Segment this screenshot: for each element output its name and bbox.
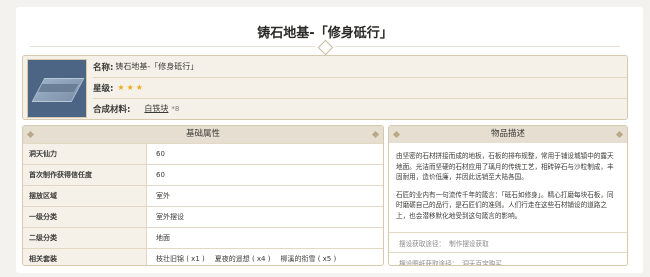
rarity-stars-icon: ★★★ (117, 83, 145, 92)
attr-value: 60 (156, 150, 165, 158)
attr-key: 摆放区域 (23, 186, 147, 206)
attr-key: 洞天仙力 (23, 144, 147, 164)
attr-key: 首次制作获得信任度 (23, 165, 147, 185)
source-row-furnishing: 摆设获取途径： 制作摆设获取 (389, 232, 627, 252)
attr-row: 洞天仙力 60 (23, 143, 383, 164)
attr-value: 室外摆设 (156, 213, 184, 221)
rarity-label: 星级: (93, 83, 114, 94)
attributes-header: 基础属性 (23, 126, 383, 143)
item-image (27, 59, 87, 118)
attr-row-sets: 相关套装 枝壮旧锦 ( x1 ) 夏夜的遥想 ( x4 ) 柳溪的衔雪 ( x5… (23, 248, 383, 265)
description-paragraph: 由坚密的石材拼接而成的地板，石板的排布规整，常用于铺设城镇中的露天地面。光洁而坚… (396, 152, 614, 181)
materials-label: 合成材料: (93, 104, 131, 115)
name-label: 名称: (93, 62, 114, 73)
info-row-name: 名称: 铸石地基-「修身砥行」 (93, 56, 627, 78)
description-body: 由坚密的石材拼接而成的地板，石板的排布规整，常用于铺设城镇中的露天地面。光洁而坚… (389, 143, 627, 232)
set-link[interactable]: 夏夜的遥想 ( x4 ) (215, 254, 271, 264)
attr-key: 二级分类 (23, 228, 147, 248)
attr-key: 相关套装 (23, 249, 147, 265)
material-quantity: *8 (171, 104, 180, 113)
info-row-materials: 合成材料: 白铁块 *8 (93, 98, 627, 119)
source-row-blueprint: 摆设图纸获取途径： 洞天百宝购买 (389, 252, 627, 266)
stone-floor-shadow (37, 84, 79, 92)
source-label: 摆设获取途径： (399, 239, 446, 248)
description-paragraph: 石匠的业内有一句流传千年的箴言：「砥石如修身」。精心打磨每块石板，同时磨砺自己的… (396, 190, 614, 220)
source-label: 摆设图纸获取途径： (399, 259, 459, 266)
description-header: 物品描述 (389, 126, 627, 143)
item-info-box: 名称: 铸石地基-「修身砥行」 星级: ★★★ 合成材料: 白铁块 *8 (22, 55, 628, 120)
attr-row: 一级分类 室外摆设 (23, 206, 383, 227)
attr-value: 室外 (156, 192, 170, 200)
attr-value: 地面 (156, 234, 170, 242)
attr-value-sets: 枝壮旧锦 ( x1 ) 夏夜的遥想 ( x4 ) 柳溪的衔雪 ( x5 ) (147, 249, 336, 265)
title-divider-right (335, 46, 620, 47)
title-divider-left (30, 46, 315, 47)
material-link[interactable]: 白铁块 (144, 103, 168, 114)
set-link[interactable]: 枝壮旧锦 ( x1 ) (156, 254, 205, 264)
attr-value: 60 (156, 171, 165, 179)
attributes-panel: 基础属性 洞天仙力 60 首次制作获得信任度 60 摆放区域 室外 一级分类 室… (22, 125, 384, 266)
attr-row: 摆放区域 室外 (23, 185, 383, 206)
source-value: 洞天百宝购买 (462, 259, 502, 266)
attr-key: 一级分类 (23, 207, 147, 227)
description-panel: 物品描述 由坚密的石材拼接而成的地板，石板的排布规整，常用于铺设城镇中的露天地面… (388, 125, 628, 266)
set-link[interactable]: 柳溪的衔雪 ( x5 ) (280, 254, 336, 264)
page-title: 铸石地基-「修身砥行」 (257, 26, 393, 41)
info-row-rarity: 星级: ★★★ (93, 77, 627, 99)
attr-row: 二级分类 地面 (23, 227, 383, 248)
source-value: 制作摆设获取 (449, 239, 489, 248)
attr-row: 首次制作获得信任度 60 (23, 164, 383, 185)
name-value: 铸石地基-「修身砥行」 (115, 62, 199, 71)
